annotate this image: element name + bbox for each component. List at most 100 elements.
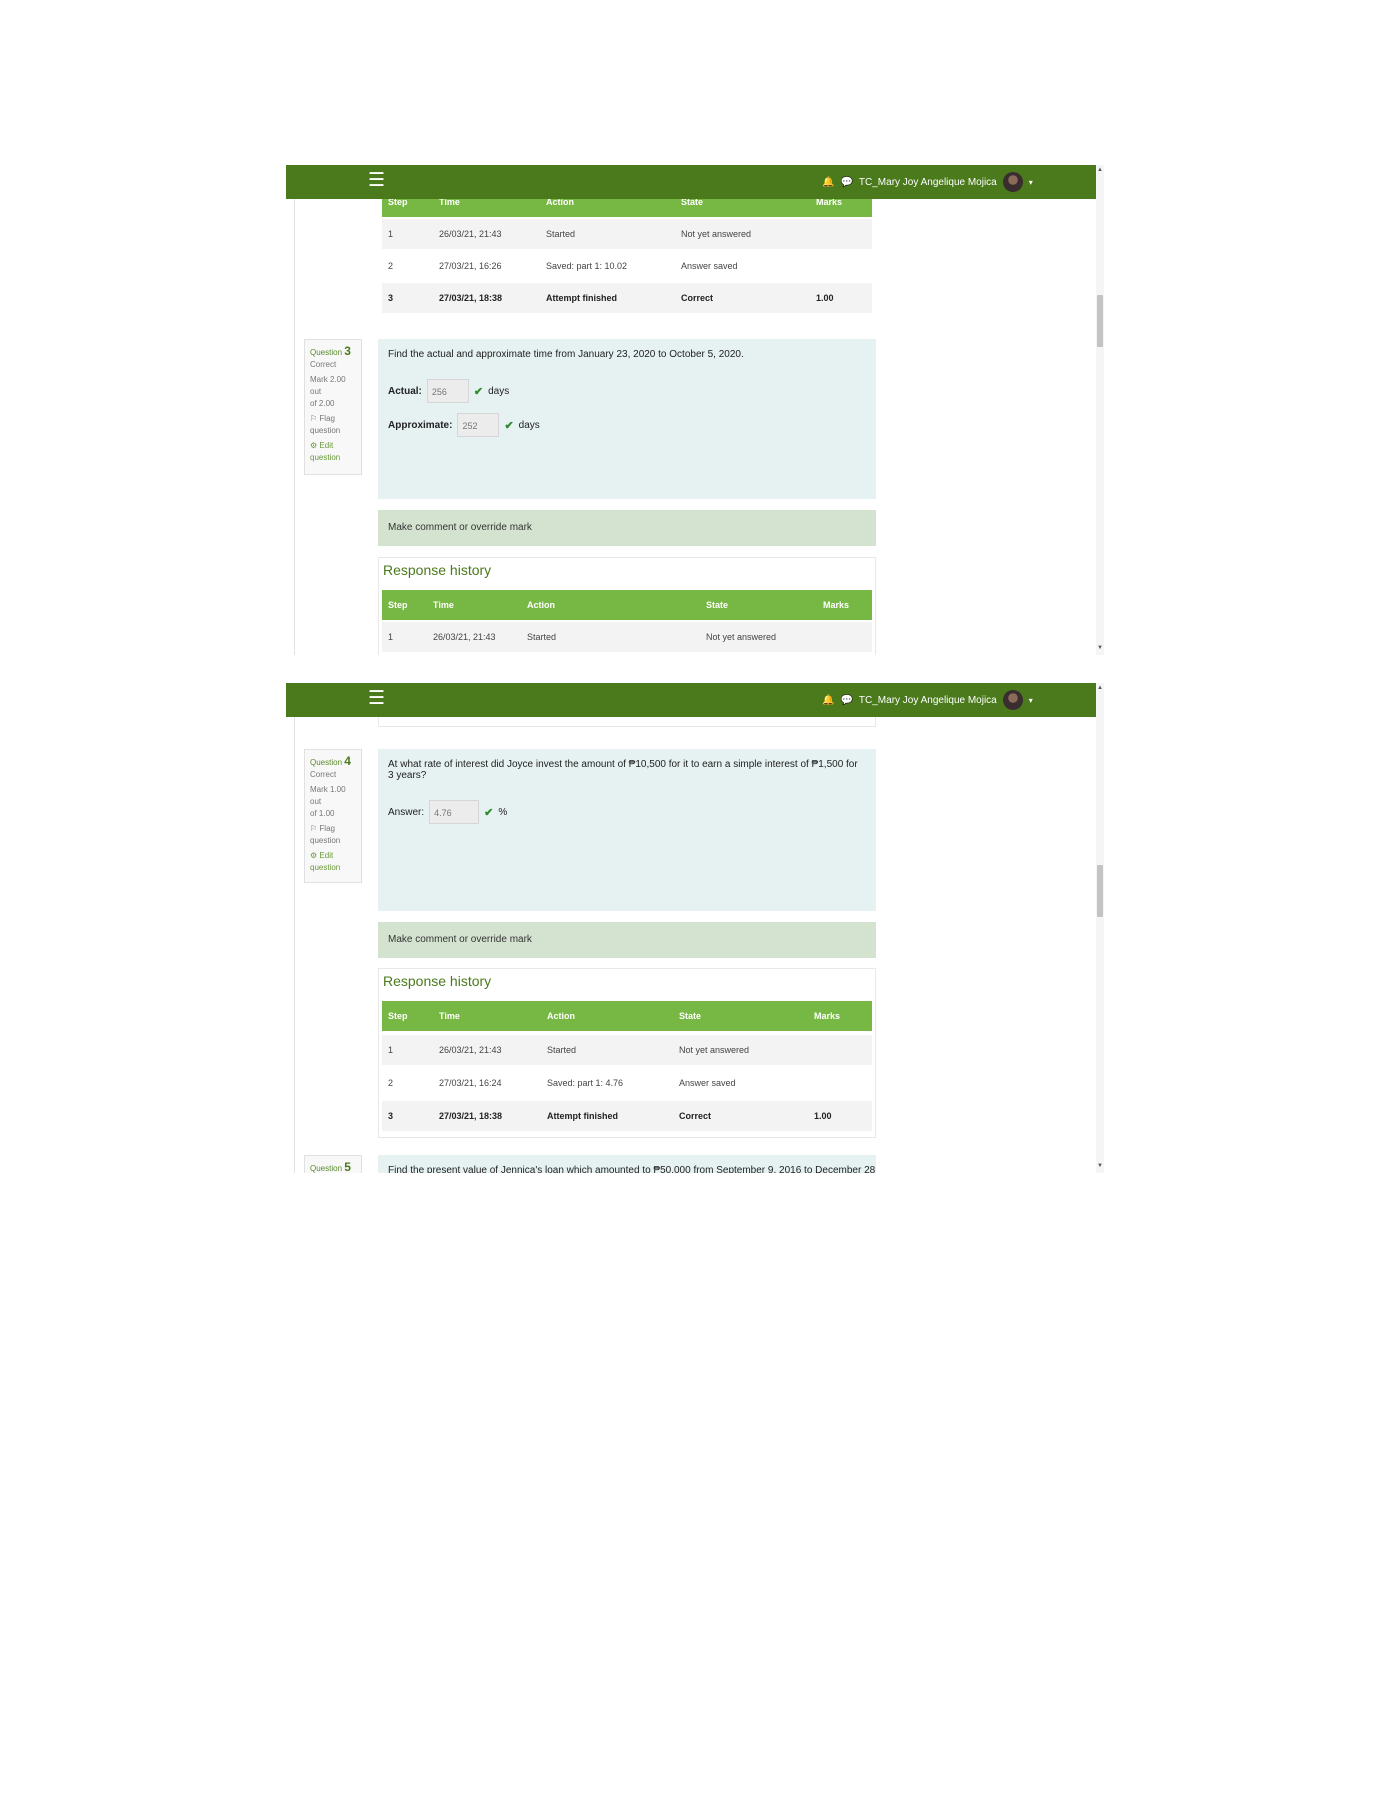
unit-label: % — [498, 806, 508, 818]
chat-icon[interactable]: 💬 — [840, 695, 852, 706]
question-status: Correct — [310, 360, 337, 369]
question-num: 4 — [344, 754, 351, 768]
comment-override-link[interactable]: Make comment or override mark — [378, 922, 876, 958]
row-state: Correct — [681, 293, 714, 303]
col-time: Time — [433, 600, 454, 610]
row-time: 27/03/21, 18:38 — [439, 1111, 503, 1121]
table-row: 1 26/03/21, 21:43 Started Not yet answer… — [382, 219, 872, 249]
table-row: 1 26/03/21, 21:43 Started Not yet answer… — [382, 1035, 872, 1065]
chevron-down-icon[interactable]: ▾ — [1029, 696, 1033, 705]
unit-label: days — [518, 419, 540, 431]
question-number: Question 5 — [310, 1161, 356, 1173]
answer-input[interactable]: 4.76 — [429, 800, 480, 824]
edit-question-link[interactable]: ⚙ Edit — [310, 850, 356, 862]
top-navbar: ☰ 🔔 💬 TC_Mary Joy Angelique Mojica ▾ — [286, 165, 1096, 199]
username[interactable]: TC_Mary Joy Angelique Mojica — [859, 695, 997, 706]
question-num: 5 — [344, 1160, 351, 1173]
question-info: Question 3 Correct Mark 2.00 out of 2.00… — [304, 339, 362, 475]
history-table-header: Step Time Action State Marks — [382, 590, 872, 620]
row-step: 3 — [388, 293, 394, 303]
scrollbar-thumb[interactable] — [1097, 865, 1103, 917]
page-edge — [294, 199, 295, 655]
scroll-down-icon[interactable]: ▼ — [1096, 645, 1104, 651]
edit-label-2[interactable]: question — [310, 862, 356, 874]
bell-icon[interactable]: 🔔 — [822, 695, 834, 706]
page-edge — [294, 717, 295, 1173]
flag-label: Flag — [319, 414, 335, 423]
actual-label: Actual: — [388, 385, 422, 397]
row-time: 26/03/21, 21:43 — [439, 1045, 502, 1055]
chat-icon[interactable]: 💬 — [840, 177, 852, 188]
row-state: Answer saved — [681, 261, 738, 271]
flag-label-2[interactable]: question — [310, 835, 356, 847]
row-action: Attempt finished — [547, 1111, 618, 1121]
flag-label-2[interactable]: question — [310, 425, 356, 437]
username[interactable]: TC_Mary Joy Angelique Mojica — [859, 177, 997, 188]
scroll-up-icon[interactable]: ▲ — [1096, 167, 1104, 173]
flag-question-link[interactable]: ⚐ Flag — [310, 823, 356, 835]
col-time: Time — [439, 1011, 460, 1021]
scrollbar[interactable] — [1096, 165, 1104, 655]
row-state: Not yet answered — [706, 632, 777, 642]
screenshot-1: Step Time Action State Marks 1 26/03/21,… — [286, 165, 1104, 655]
flag-icon: ⚐ — [310, 824, 318, 833]
chevron-down-icon[interactable]: ▾ — [1029, 178, 1033, 187]
row-step: 2 — [388, 1078, 394, 1088]
flag-label: Flag — [319, 824, 335, 833]
col-step: Step — [388, 600, 408, 610]
check-icon: ✔ — [473, 385, 484, 398]
question-mark-2: of 1.00 — [310, 809, 335, 818]
avatar[interactable] — [1002, 172, 1023, 192]
menu-icon[interactable]: ☰ — [368, 170, 385, 192]
edit-label-2[interactable]: question — [310, 452, 356, 464]
col-state: State — [706, 600, 729, 610]
table-row: 3 27/03/21, 18:38 Attempt finished Corre… — [382, 283, 872, 313]
row-time: 27/03/21, 16:26 — [439, 261, 502, 271]
row-step: 1 — [388, 1045, 394, 1055]
scroll-down-icon[interactable]: ▼ — [1096, 1163, 1104, 1169]
user-menu: 🔔 💬 TC_Mary Joy Angelique Mojica ▾ — [822, 165, 1033, 199]
bell-icon[interactable]: 🔔 — [822, 177, 834, 188]
row-state: Not yet answered — [679, 1045, 750, 1055]
row-step: 1 — [388, 632, 394, 642]
scrollbar-thumb[interactable] — [1097, 295, 1103, 347]
edit-question-link[interactable]: ⚙ Edit — [310, 440, 356, 452]
row-state: Not yet answered — [681, 229, 752, 239]
flag-icon: ⚐ — [310, 414, 318, 423]
question-number: Question 4 — [310, 755, 356, 769]
col-marks: Marks — [823, 600, 850, 610]
previous-section-edge — [378, 717, 876, 727]
comment-override-link[interactable]: Make comment or override mark — [378, 510, 876, 546]
check-icon: ✔ — [484, 806, 494, 819]
table-row: 2 27/03/21, 16:26 Saved: part 1: 10.02 A… — [382, 251, 872, 281]
gear-icon: ⚙ — [310, 441, 318, 450]
question-info: Question 5 — [304, 1155, 362, 1173]
row-action: Started — [527, 632, 557, 642]
approx-input[interactable]: 252 — [457, 413, 500, 437]
row-step: 3 — [388, 1111, 394, 1121]
scroll-up-icon[interactable]: ▲ — [1096, 685, 1104, 691]
question-number: Question 3 — [310, 345, 356, 359]
question-label: Question — [310, 758, 343, 767]
question-content: Find the present value of Jennica's loan… — [378, 1155, 876, 1173]
question-label: Question — [310, 1164, 343, 1173]
avatar[interactable] — [1002, 690, 1023, 710]
screenshot-2: Question 4 Correct Mark 1.00 out of 1.00… — [286, 683, 1104, 1173]
gear-icon: ⚙ — [310, 851, 318, 860]
menu-icon[interactable]: ☰ — [368, 688, 385, 710]
row-action: Saved: part 1: 4.76 — [547, 1078, 624, 1088]
question-mark: Mark 1.00 out — [310, 785, 346, 806]
table-row: 3 27/03/21, 18:38 Attempt finished Corre… — [382, 1101, 872, 1131]
question-info: Question 4 Correct Mark 1.00 out of 1.00… — [304, 749, 362, 883]
unit-label: days — [488, 385, 510, 397]
answer-label: Answer: — [388, 806, 425, 818]
response-history-title: Response history — [383, 562, 492, 578]
scrollbar[interactable] — [1096, 683, 1104, 1173]
actual-input[interactable]: 256 — [426, 379, 469, 403]
answer-row: Answer: 4.76 ✔ % — [388, 800, 866, 824]
col-action: Action — [547, 1011, 575, 1021]
flag-question-link[interactable]: ⚐ Flag — [310, 413, 356, 425]
question-text: At what rate of interest did Joyce inves… — [388, 759, 858, 781]
question-mark: Mark 2.00 out — [310, 375, 346, 396]
row-action: Started — [547, 1045, 577, 1055]
